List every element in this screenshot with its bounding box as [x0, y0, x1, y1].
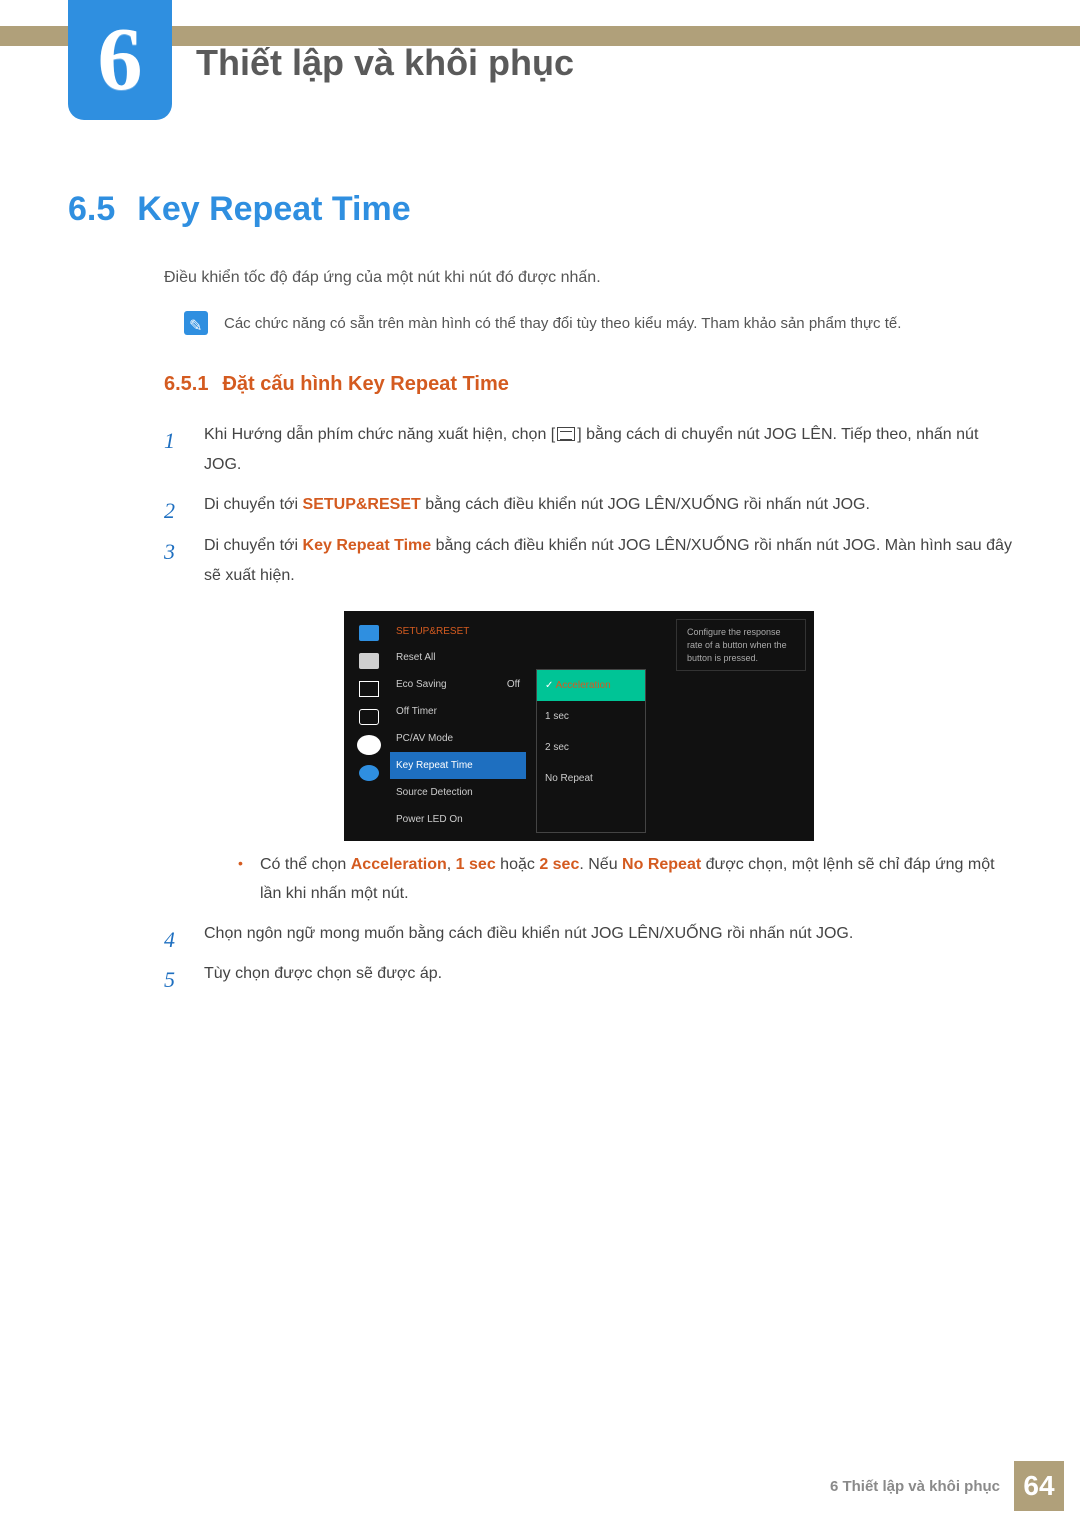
arrows-icon	[359, 709, 379, 725]
footer-chapter-text: 6 Thiết lập và khôi phục	[830, 1478, 1000, 1495]
osd-item-label: Reset All	[396, 648, 435, 667]
osd-popup-1sec: 1 sec	[537, 701, 645, 732]
section-heading: 6.5 Key Repeat Time	[68, 190, 1012, 229]
chapter-title: Thiết lập và khôi phục	[196, 42, 574, 84]
keyword-1sec: 1 sec	[456, 856, 496, 873]
info-icon	[359, 765, 379, 781]
step-5: 5 Tùy chọn được chọn sẽ được áp.	[164, 959, 1012, 989]
step-text: Di chuyển tới	[204, 496, 303, 513]
bullet-list: Có thể chọn Acceleration, 1 sec hoặc 2 s…	[238, 851, 1012, 909]
osd-sidebar-icons	[352, 619, 386, 833]
step-4: 4 Chọn ngôn ngữ mong muốn bằng cách điều…	[164, 919, 1012, 949]
step-text: bằng cách điều khiển nút JOG LÊN/XUỐNG r…	[421, 496, 870, 513]
chapter-number: 6	[98, 15, 143, 105]
bullet-item: Có thể chọn Acceleration, 1 sec hoặc 2 s…	[238, 851, 1012, 909]
step-1: 1 Khi Hướng dẫn phím chức năng xuất hiện…	[164, 420, 1012, 481]
subsection-heading: 6.5.1 Đặt cấu hình Key Repeat Time	[164, 373, 1012, 396]
osd-item-sourcedetection: Source Detection	[390, 779, 526, 806]
osd-popup-acceleration: Acceleration	[537, 670, 645, 701]
subsection-number: 6.5.1	[164, 373, 208, 396]
gear-icon	[359, 737, 379, 753]
step-number: 3	[164, 531, 175, 573]
bullet-text: Có thể chọn	[260, 856, 351, 873]
osd-item-label: Power LED On	[396, 810, 463, 829]
osd-menu: SETUP&RESET Reset All Eco Saving Off Off …	[386, 619, 526, 833]
note-icon	[184, 311, 208, 335]
subsection-title: Đặt cấu hình Key Repeat Time	[222, 373, 508, 396]
osd-screenshot: SETUP&RESET Reset All Eco Saving Off Off …	[344, 611, 1012, 841]
osd-help-text: Configure the response rate of a button …	[676, 619, 806, 671]
osd-item-powerled: Power LED On	[390, 806, 526, 833]
osd-item-value: Off	[507, 675, 520, 694]
keyword-setupreset: SETUP&RESET	[303, 496, 421, 513]
osd-item-label: Source Detection	[396, 783, 473, 802]
keyword-2sec: 2 sec	[539, 856, 579, 873]
monitor-icon	[359, 625, 379, 641]
note-row: Các chức năng có sẵn trên màn hình có th…	[184, 311, 1012, 337]
bullet-text: . Nếu	[579, 856, 622, 873]
section-number: 6.5	[68, 190, 115, 229]
step-list: 1 Khi Hướng dẫn phím chức năng xuất hiện…	[164, 420, 1012, 990]
step-text: Di chuyển tới	[204, 537, 303, 554]
content-area: 6.5 Key Repeat Time Điều khiển tốc độ đá…	[68, 190, 1012, 1000]
step-2: 2 Di chuyển tới SETUP&RESET bằng cách đi…	[164, 490, 1012, 520]
step-text: Tùy chọn được chọn sẽ được áp.	[204, 965, 442, 982]
osd-item-ecosaving: Eco Saving Off	[390, 671, 526, 698]
osd-item-resetall: Reset All	[390, 644, 526, 671]
page-footer: 6 Thiết lập và khôi phục 64	[830, 1461, 1064, 1511]
step-number: 2	[164, 490, 175, 532]
step-text: Khi Hướng dẫn phím chức năng xuất hiện, …	[204, 426, 555, 443]
osd-popup: Acceleration 1 sec 2 sec No Repeat	[536, 669, 646, 833]
osd-item-label: Eco Saving	[396, 675, 447, 694]
osd-item-pcav: PC/AV Mode	[390, 725, 526, 752]
osd-item-label: Off Timer	[396, 702, 437, 721]
menu-icon	[557, 427, 575, 441]
osd-item-keyrepeat: Key Repeat Time	[390, 752, 526, 779]
section-intro: Điều khiển tốc độ đáp ứng của một nút kh…	[164, 269, 1012, 287]
section-title: Key Repeat Time	[137, 190, 410, 229]
bullet-text: hoặc	[496, 856, 540, 873]
bullet-text: ,	[447, 856, 456, 873]
chapter-badge: 6	[68, 0, 172, 120]
footer-page-number: 64	[1014, 1461, 1064, 1511]
osd-item-label: PC/AV Mode	[396, 729, 453, 748]
step-text: Chọn ngôn ngữ mong muốn bằng cách điều k…	[204, 925, 853, 942]
osd-item-offtimer: Off Timer	[390, 698, 526, 725]
osd-popup-2sec: 2 sec	[537, 732, 645, 763]
keyword-keyrepeattime: Key Repeat Time	[303, 537, 432, 554]
step-number: 5	[164, 959, 175, 1001]
step-number: 1	[164, 420, 175, 462]
step-3: 3 Di chuyển tới Key Repeat Time bằng các…	[164, 531, 1012, 909]
osd-popup-norepeat: No Repeat	[537, 763, 645, 794]
step-number: 4	[164, 919, 175, 961]
keyword-norepeat: No Repeat	[622, 856, 701, 873]
contrast-icon	[359, 653, 379, 669]
lines-icon	[359, 681, 379, 697]
keyword-acceleration: Acceleration	[351, 856, 447, 873]
osd-panel: SETUP&RESET Reset All Eco Saving Off Off …	[344, 611, 814, 841]
note-text: Các chức năng có sẵn trên màn hình có th…	[224, 311, 901, 337]
osd-item-label: Key Repeat Time	[396, 756, 473, 775]
osd-menu-title: SETUP&RESET	[390, 619, 526, 644]
